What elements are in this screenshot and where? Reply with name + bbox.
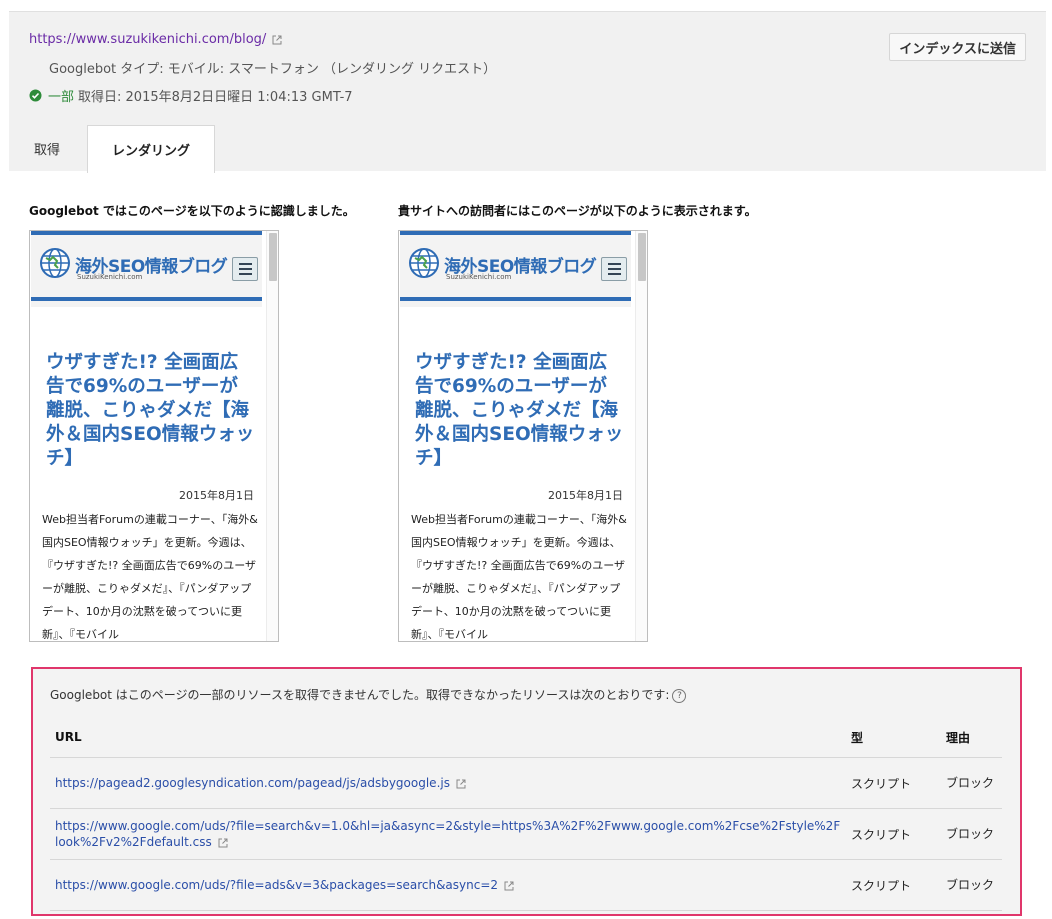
table-row: https://www.google.com/uds/?file=search&… xyxy=(50,808,1002,860)
preview-site-header: 海外SEO情報ブログ SuzukiKenichi.com xyxy=(31,231,262,307)
header-divider xyxy=(31,297,262,301)
resource-url-text: https://pagead2.googlesyndication.com/pa… xyxy=(55,776,450,790)
external-link-icon xyxy=(456,779,466,789)
tab-fetch[interactable]: 取得 xyxy=(9,125,85,171)
article-date: 2015年8月1日 xyxy=(179,489,254,502)
column-header-url: URL xyxy=(50,717,846,758)
site-subtitle: SuzukiKenichi.com xyxy=(77,273,143,281)
globe-logo-icon xyxy=(408,247,440,279)
hamburger-menu-icon xyxy=(232,257,258,281)
googlebot-render-preview[interactable]: 海外SEO情報ブログ SuzukiKenichi.com ウザすぎた!? 全画面… xyxy=(29,230,279,642)
blocked-resources-table: URL 型 理由 https://pagead2.googlesyndicati… xyxy=(50,717,1002,911)
resource-url-link[interactable]: https://www.google.com/uds/?file=search&… xyxy=(55,819,840,849)
googlebot-type: Googlebot タイプ: モバイル: スマートフォン （レンダリング リクエ… xyxy=(49,62,497,77)
tab-rendering[interactable]: レンダリング xyxy=(87,125,215,173)
resource-url-cell: https://pagead2.googlesyndication.com/pa… xyxy=(50,757,846,809)
resource-url-text: https://www.google.com/uds/?file=search&… xyxy=(55,819,841,849)
table-row: https://www.google.com/uds/?file=ads&v=3… xyxy=(50,859,1002,911)
column-header-type: 型 xyxy=(846,717,941,758)
blocked-resources-message: Googlebot はこのページの一部のリソースを取得できませんでした。取得でき… xyxy=(50,686,687,703)
page-url-link[interactable]: https://www.suzukikenichi.com/blog/ xyxy=(29,32,282,47)
page-url-text: https://www.suzukikenichi.com/blog/ xyxy=(29,32,267,47)
resource-type: スクリプト xyxy=(846,859,941,911)
preview-site-header: 海外SEO情報ブログ SuzukiKenichi.com xyxy=(400,231,631,307)
external-link-icon xyxy=(218,838,228,848)
help-icon[interactable]: ? xyxy=(672,688,687,703)
preview-scrolltrack[interactable] xyxy=(635,231,647,641)
status-partial: 一部 xyxy=(48,90,75,105)
article-body: Web担当者Forumの連載コーナー、「海外&国内SEO情報ウォッチ」を更新。今… xyxy=(42,513,258,641)
preview-scrolltrack[interactable] xyxy=(266,231,278,641)
blocked-resources-panel: Googlebot はこのページの一部のリソースを取得できませんでした。取得でき… xyxy=(31,667,1022,916)
external-link-icon xyxy=(272,35,282,45)
header-divider xyxy=(400,297,631,301)
resource-url-text: https://www.google.com/uds/?file=ads&v=3… xyxy=(55,878,499,892)
article-body: Web担当者Forumの連載コーナー、「海外&国内SEO情報ウォッチ」を更新。今… xyxy=(411,513,627,641)
resource-url-cell: https://www.google.com/uds/?file=search&… xyxy=(50,808,846,860)
article-title: ウザすぎた!? 全画面広告で69%のユーザーが離脱、こりゃダメだ【海外＆国内SE… xyxy=(46,352,255,469)
hamburger-menu-icon xyxy=(601,257,627,281)
fetch-status: 一部 取得日: 2015年8月2日日曜日 1:04:13 GMT-7 xyxy=(29,86,353,105)
article-date: 2015年8月1日 xyxy=(548,489,623,502)
blocked-message-text: Googlebot はこのページの一部のリソースを取得できませんでした。取得でき… xyxy=(50,688,670,702)
external-link-icon xyxy=(504,881,514,891)
article-title: ウザすぎた!? 全画面広告で69%のユーザーが離脱、こりゃダメだ【海外＆国内SE… xyxy=(415,352,624,469)
googlebot-view-caption: Googlebot ではこのページを以下のように認識しました。 xyxy=(29,204,355,218)
resource-reason: ブロック xyxy=(941,757,1002,809)
visitor-view-caption: 貴サイトへの訪問者にはこのページが以下のように表示されます。 xyxy=(398,204,757,218)
preview-scrollbar[interactable] xyxy=(638,233,646,281)
globe-logo-icon xyxy=(39,247,71,279)
url-inspection-header: https://www.suzukikenichi.com/blog/ Goog… xyxy=(9,11,1046,173)
preview-scrollbar[interactable] xyxy=(269,233,277,281)
resource-url-cell: https://www.google.com/uds/?file=ads&v=3… xyxy=(50,859,846,911)
visitor-render-preview[interactable]: 海外SEO情報ブログ SuzukiKenichi.com ウザすぎた!? 全画面… xyxy=(398,230,648,642)
column-header-reason: 理由 xyxy=(941,717,1002,758)
resource-type: スクリプト xyxy=(846,757,941,809)
resource-reason: ブロック xyxy=(941,808,1002,860)
table-row: https://pagead2.googlesyndication.com/pa… xyxy=(50,757,1002,809)
resource-type: スクリプト xyxy=(846,808,941,860)
resource-url-link[interactable]: https://pagead2.googlesyndication.com/pa… xyxy=(55,776,466,790)
check-circle-icon xyxy=(29,89,42,102)
site-subtitle: SuzukiKenichi.com xyxy=(446,273,512,281)
resource-reason: ブロック xyxy=(941,859,1002,911)
resource-url-link[interactable]: https://www.google.com/uds/?file=ads&v=3… xyxy=(55,878,514,892)
fetch-date: 取得日: 2015年8月2日日曜日 1:04:13 GMT-7 xyxy=(78,90,353,105)
submit-to-index-button[interactable]: インデックスに送信 xyxy=(889,33,1026,61)
table-header-row: URL 型 理由 xyxy=(50,717,1002,758)
